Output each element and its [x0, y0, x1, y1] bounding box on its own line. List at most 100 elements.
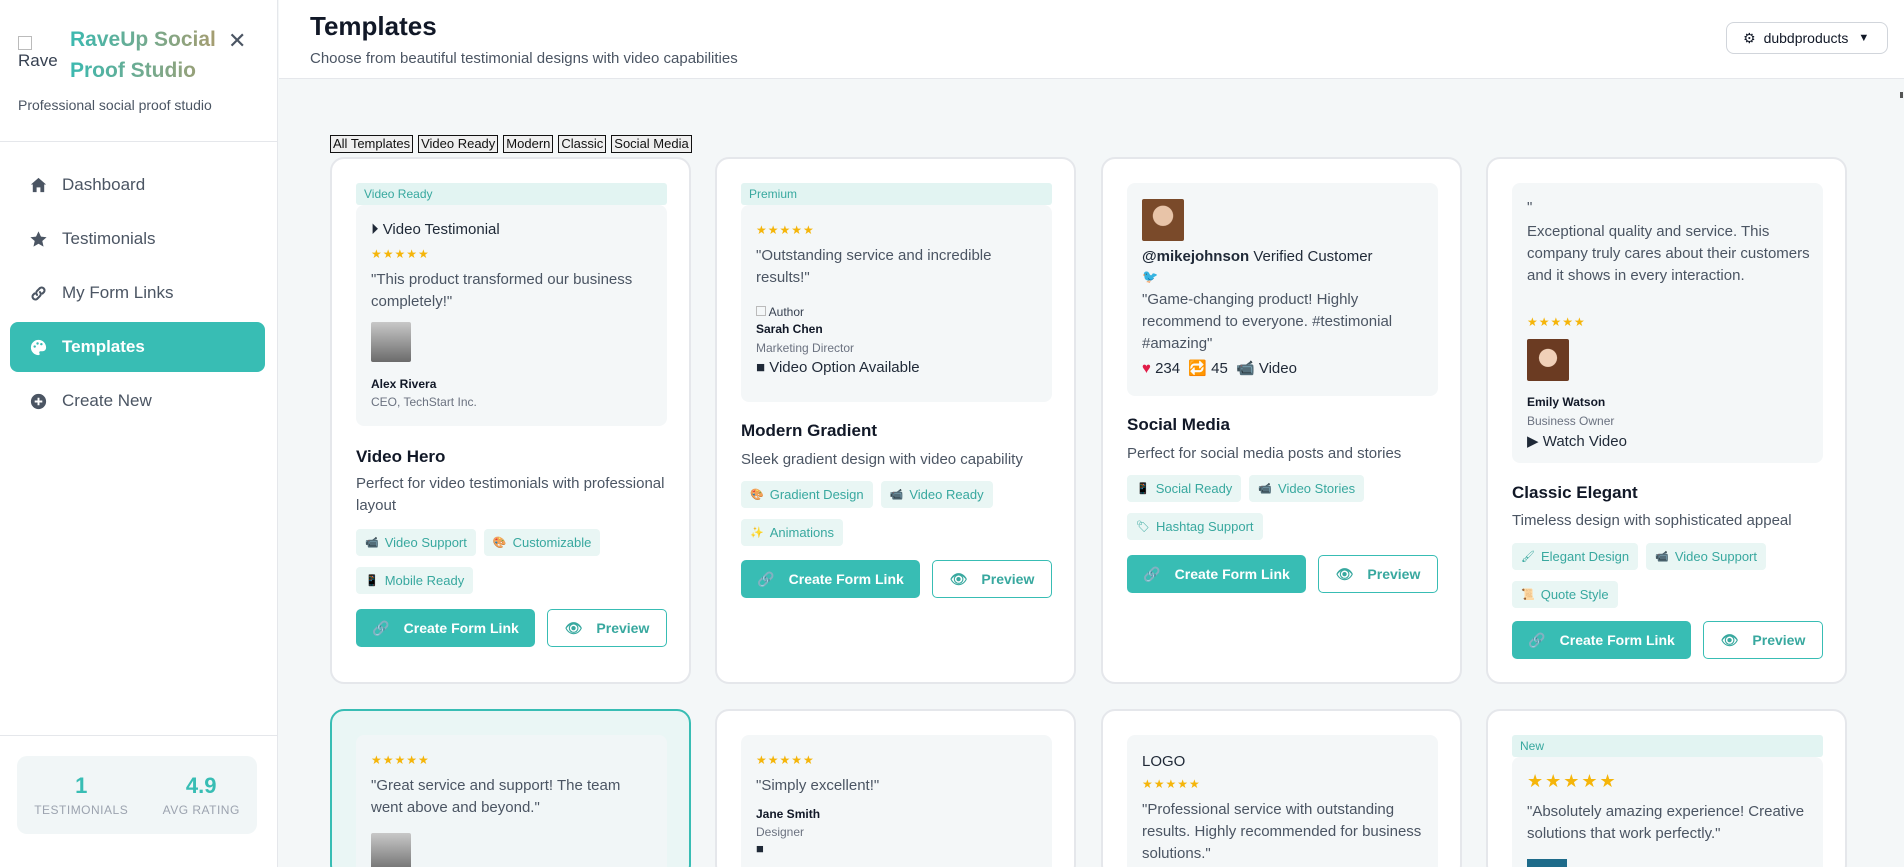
testimonial-quote: "Professional service with outstanding r… — [1142, 801, 1422, 862]
sidebar-item-testimonials[interactable]: Testimonials — [10, 214, 265, 264]
video-camera-icon: ■ — [756, 841, 764, 856]
filter-social-media[interactable]: Social Media — [611, 135, 692, 153]
button-label: Create Form Link — [1559, 632, 1675, 648]
feature-tag: 📹 Video Stories — [1249, 475, 1365, 502]
page-header: Templates Choose from beautiful testimon… — [279, 0, 1904, 79]
gear-icon: ⚙ — [1743, 29, 1756, 46]
link-icon: 🔗 — [757, 570, 775, 587]
stat-avg-rating: 4.9 AVG RATING — [163, 773, 240, 817]
preview-button[interactable]: 👁 Preview — [1703, 621, 1823, 659]
eye-icon: 👁 — [564, 619, 583, 636]
sidebar-item-form-links[interactable]: My Form Links — [10, 268, 265, 318]
preview-button[interactable]: 👁 Preview — [547, 609, 667, 647]
star-icon — [28, 229, 48, 249]
create-form-link-button[interactable]: 🔗 Create Form Link — [356, 609, 535, 647]
template-card-social-media[interactable]: @mikejohnson Verified Customer 🐦 "Game-c… — [1101, 157, 1462, 684]
button-label: Preview — [1367, 566, 1421, 582]
page-subtitle: Choose from beautiful testimonial design… — [310, 50, 738, 67]
sidebar-item-templates[interactable]: Templates — [10, 322, 265, 372]
twitter-icon: 🐦 — [1142, 269, 1159, 284]
camera-icon: 📹 — [889, 489, 904, 501]
filter-video-ready[interactable]: Video Ready — [418, 135, 499, 153]
template-name: Video Hero — [356, 447, 446, 466]
close-icon[interactable]: ✕ — [228, 28, 246, 54]
template-card-creative[interactable]: New ★★★★★ "Absolutely amazing experience… — [1486, 709, 1847, 867]
template-preview: ★★★★★ "Great service and support! The te… — [356, 735, 667, 867]
template-card-video-hero[interactable]: Video Ready ⏵ Video Testimonial ★★★★★ "T… — [330, 157, 691, 684]
tag-label: Gradient Design — [769, 487, 864, 502]
feature-tag: ✨ Animations — [741, 519, 844, 546]
button-label: Preview — [981, 571, 1035, 587]
template-card-business[interactable]: LOGO ★★★★★ "Professional service with ou… — [1101, 709, 1462, 867]
tag-label: Video Support — [384, 535, 467, 550]
feature-tag: 🎨 Gradient Design — [741, 481, 873, 508]
template-preview: @mikejohnson Verified Customer 🐦 "Game-c… — [1127, 183, 1438, 396]
author-name: Alex Rivera — [371, 377, 437, 391]
testimonial-quote: "Absolutely amazing experience! Creative… — [1527, 803, 1805, 842]
feature-tag: 📹 Video Ready — [880, 481, 993, 508]
template-preview: ★★★★★ "Absolutely amazing experience! Cr… — [1512, 757, 1823, 867]
camera-icon: 📹 — [365, 537, 379, 549]
testimonial-quote: "Simply excellent!" — [756, 777, 880, 794]
tag-label: Video Support — [1674, 549, 1758, 564]
stat-label: TESTIMONIALS — [34, 803, 129, 817]
rating-stars: ★★★★★ — [1142, 777, 1201, 791]
create-form-link-button[interactable]: 🔗 Create Form Link — [1512, 621, 1691, 659]
link-icon: 🔗 — [1528, 631, 1546, 648]
testimonial-quote: "Game-changing product! Highly recommend… — [1142, 291, 1393, 352]
template-card-selected[interactable]: ★★★★★ "Great service and support! The te… — [330, 709, 691, 867]
scrollbar-thumb[interactable] — [1900, 92, 1903, 98]
video-option: ■ Video Option Available — [756, 359, 920, 376]
sparkle-icon: ✨ — [750, 527, 764, 539]
engagement-stats: ♥ 234 🔁 45 📹 Video — [1142, 359, 1297, 377]
avatar — [1142, 199, 1184, 241]
author-role: Designer — [756, 825, 805, 839]
tag-label: Video Ready — [909, 487, 984, 502]
palette-icon: 🎨 — [750, 489, 764, 501]
filter-all-templates[interactable]: All Templates — [330, 135, 414, 153]
broken-image-icon — [756, 306, 766, 316]
social-handle-line: @mikejohnson Verified Customer — [1142, 248, 1373, 265]
feature-tag: 📹 Video Support — [356, 529, 476, 556]
template-card-classic-elegant[interactable]: " Exceptional quality and service. This … — [1486, 157, 1847, 684]
brand-subtitle: Professional social proof studio — [18, 97, 212, 113]
feature-tag: 📱 Social Ready — [1127, 475, 1242, 502]
watch-video-link[interactable]: ▶ Watch Video — [1527, 432, 1627, 450]
author-name: Sarah Chen — [756, 322, 823, 336]
video-option-text: Video Option Available — [769, 359, 920, 376]
feature-tags: 🖌 Elegant Design 📹 Video Support 📜 Quote St… — [1512, 543, 1832, 608]
template-card-minimal[interactable]: ★★★★★ "Simply excellent!" Jane Smith Des… — [715, 709, 1076, 867]
rating-stars: ★★★★★ — [756, 223, 815, 237]
video-camera-icon: ■ — [756, 359, 766, 376]
sidebar-item-label: Testimonials — [62, 229, 156, 248]
video-label: Video — [1258, 360, 1297, 377]
play-circle-icon: ⏵ — [371, 221, 379, 238]
template-preview: ⏵ Video Testimonial ★★★★★ "This product … — [356, 205, 667, 426]
filter-classic[interactable]: Classic — [558, 135, 607, 153]
retweet-icon: 🔁 — [1188, 360, 1207, 377]
create-form-link-button[interactable]: 🔗 Create Form Link — [1127, 555, 1306, 593]
sidebar-item-create-new[interactable]: Create New — [10, 376, 265, 426]
template-preview: " Exceptional quality and service. This … — [1512, 183, 1823, 463]
rating-stars: ★★★★★ — [1527, 315, 1586, 329]
brand-logo: Ravel — [18, 36, 58, 76]
create-form-link-button[interactable]: 🔗 Create Form Link — [741, 560, 920, 598]
template-description: Sleek gradient design with video capabil… — [741, 451, 1023, 468]
chevron-down-icon: ▼ — [1858, 32, 1870, 44]
scroll-icon: 📜 — [1521, 589, 1535, 601]
company-logo-text: LOGO — [1142, 753, 1186, 770]
preview-button[interactable]: 👁 Preview — [1318, 555, 1438, 593]
camera-icon: 📹 — [1236, 360, 1255, 377]
tag-label: Mobile Ready — [384, 573, 465, 588]
template-card-modern-gradient[interactable]: Premium ★★★★★ "Outstanding service and i… — [715, 157, 1076, 684]
feature-tag: 📹 Video Support — [1646, 543, 1767, 570]
video-label: ⏵ Video Testimonial — [371, 221, 500, 238]
video-label-text: Video Testimonial — [382, 221, 500, 238]
sidebar-item-dashboard[interactable]: Dashboard — [10, 160, 265, 210]
author-image-placeholder: Author — [756, 305, 804, 319]
preview-button[interactable]: 👁 Preview — [932, 560, 1052, 598]
author-name: Emily Watson — [1527, 395, 1606, 409]
filter-modern[interactable]: Modern — [503, 135, 554, 153]
account-menu-button[interactable]: ⚙ dubdproducts ▼ — [1726, 22, 1888, 54]
author-role: Marketing Director — [756, 341, 855, 355]
